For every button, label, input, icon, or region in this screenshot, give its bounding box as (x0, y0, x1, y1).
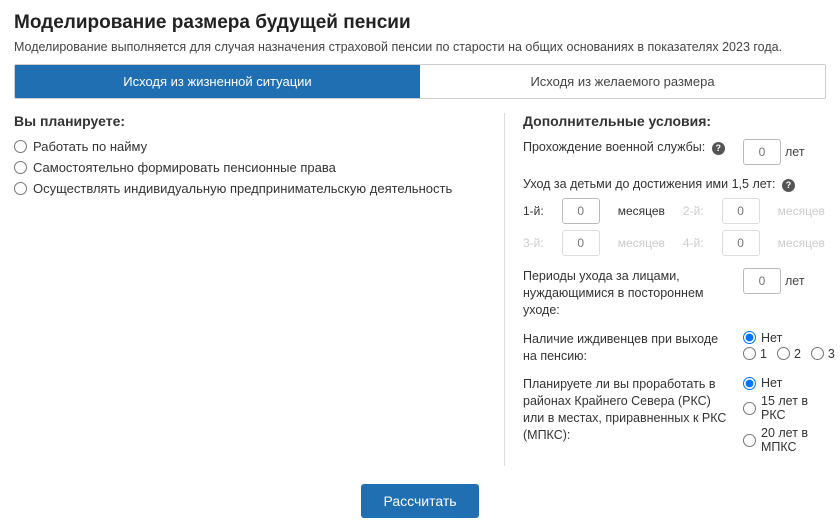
tabs: Исходя из жизненной ситуации Исходя из ж… (14, 64, 826, 99)
plan-option-1-radio[interactable] (14, 161, 27, 174)
conditions-heading: Дополнительные условия: (523, 113, 835, 129)
child-2-ordinal: 2-й: (683, 204, 714, 218)
plan-option-1-label: Самостоятельно формировать пенсионные пр… (33, 160, 336, 175)
north-option-0-label: Нет (761, 376, 782, 390)
child-4-ordinal: 4-й: (683, 236, 714, 250)
north-option-2-label: 20 лет в МПКС (761, 426, 835, 454)
north-label: Планируете ли вы проработать в районах К… (523, 376, 733, 444)
dependents-option-0-label: Нет (761, 331, 782, 345)
care-input[interactable] (743, 268, 781, 294)
plan-option-0-label: Работать по найму (33, 139, 147, 154)
child-1-input[interactable] (562, 198, 600, 224)
plan-heading: Вы планируете: (14, 113, 484, 129)
dependents-label: Наличие иждивенцев при выходе на пенсию: (523, 331, 733, 365)
dependents-option-2-label: 2 (794, 347, 801, 361)
child-4-input[interactable] (722, 230, 760, 256)
military-input[interactable] (743, 139, 781, 165)
military-unit: лет (785, 145, 805, 159)
help-icon[interactable]: ? (782, 179, 795, 192)
north-option-0-radio[interactable] (743, 377, 756, 390)
care-label: Периоды ухода за лицами, нуждающимися в … (523, 268, 733, 319)
tab-desired[interactable]: Исходя из желаемого размера (420, 65, 825, 98)
child-4-unit: месяцев (778, 236, 835, 250)
dependents-option-2-radio[interactable] (777, 347, 790, 360)
dependents-option-0-radio[interactable] (743, 331, 756, 344)
north-option-2-radio[interactable] (743, 434, 756, 447)
children-label: Уход за детьми до достижения ими 1,5 лет… (523, 177, 775, 191)
child-3-unit: месяцев (618, 236, 675, 250)
dependents-option-3-label: 3 (828, 347, 835, 361)
page-title: Моделирование размера будущей пенсии (14, 12, 826, 34)
child-2-unit: месяцев (778, 204, 835, 218)
dependents-option-1-radio[interactable] (743, 347, 756, 360)
child-3-input[interactable] (562, 230, 600, 256)
dependents-option-3-radio[interactable] (811, 347, 824, 360)
calculate-button[interactable]: Рассчитать (361, 484, 478, 518)
child-1-ordinal: 1-й: (523, 204, 554, 218)
child-2-input[interactable] (722, 198, 760, 224)
child-1-unit: месяцев (618, 204, 675, 218)
page-subtitle: Моделирование выполняется для случая наз… (14, 40, 826, 54)
dependents-option-1-label: 1 (760, 347, 767, 361)
care-unit: лет (785, 274, 805, 288)
tab-situation[interactable]: Исходя из жизненной ситуации (15, 65, 420, 98)
north-option-1-radio[interactable] (743, 402, 756, 415)
child-3-ordinal: 3-й: (523, 236, 554, 250)
plan-option-2-radio[interactable] (14, 182, 27, 195)
help-icon[interactable]: ? (712, 142, 725, 155)
plan-option-0-radio[interactable] (14, 140, 27, 153)
north-option-1-label: 15 лет в РКС (761, 394, 835, 422)
plan-option-2-label: Осуществлять индивидуальную предпринимат… (33, 181, 452, 196)
military-label: Прохождение военной службы: (523, 140, 705, 154)
